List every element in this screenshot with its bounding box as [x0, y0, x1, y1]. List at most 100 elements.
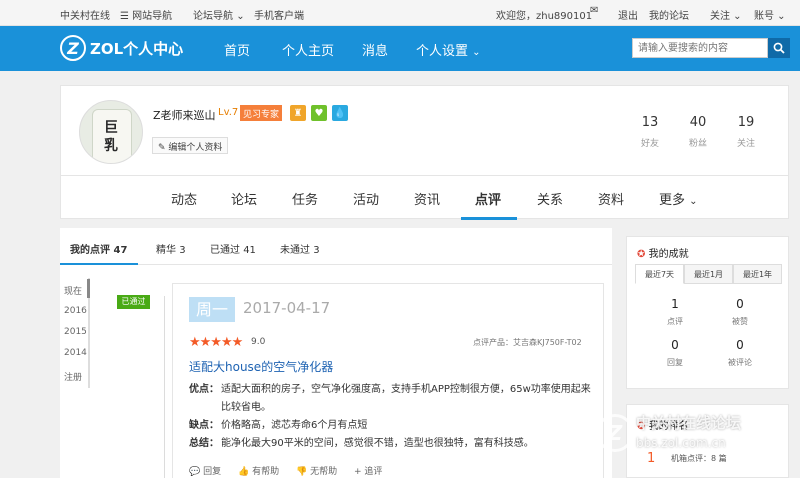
- stat-friends[interactable]: 13 好友: [630, 115, 670, 149]
- mobile-client-link[interactable]: 手机客户端: [254, 7, 304, 22]
- ranking-number: 1: [647, 451, 656, 466]
- edit-profile-button[interactable]: ✎ 编辑个人资料: [152, 137, 229, 154]
- range-tab-1year[interactable]: 最近1年: [733, 264, 782, 284]
- year-2014[interactable]: 2014: [64, 348, 87, 358]
- nav-settings[interactable]: 个人设置 ⌄: [416, 40, 481, 59]
- year-2015[interactable]: 2015: [64, 327, 87, 337]
- year-2016[interactable]: 2016: [64, 306, 87, 316]
- tab-profile-info[interactable]: 资料: [598, 189, 624, 208]
- ranking-text: 机箱点评：8 篇: [671, 454, 727, 463]
- subtab-divider: [60, 264, 612, 265]
- thumbs-down-icon: 👎: [295, 467, 308, 477]
- subtab-my-reviews[interactable]: 我的点评 47: [70, 241, 127, 256]
- avatar-text-2: 乳: [104, 138, 118, 154]
- year-timeline-marker: [87, 279, 90, 298]
- avatar[interactable]: 巨 乳: [79, 100, 143, 164]
- review-pros: 优点： 适配大面积的房子，空气净化强度高，支持手机APP控制很方便，65w功率使…: [189, 381, 591, 417]
- review-card: 周一 2017-04-17 ★★★★★ 9.0 点评产品：艾吉森KJ750F-T…: [172, 283, 604, 478]
- heart-icon[interactable]: ♥: [311, 105, 327, 121]
- subtab-featured[interactable]: 精华 3: [156, 241, 186, 256]
- active-subtab-indicator: [60, 263, 138, 265]
- tab-feed[interactable]: 动态: [171, 189, 197, 208]
- nav-home[interactable]: 首页: [224, 40, 250, 59]
- search-icon: [773, 42, 785, 54]
- range-tab-7days[interactable]: 最近7天: [635, 264, 684, 284]
- tab-more[interactable]: 更多 ⌄: [659, 189, 698, 208]
- year-register[interactable]: 注册: [64, 370, 82, 383]
- logo-mark: Z: [60, 35, 86, 61]
- pros-label: 优点：: [189, 384, 219, 395]
- subtab-rejected[interactable]: 未通过 3: [280, 241, 320, 256]
- review-title[interactable]: 适配大house的空气净化器: [189, 358, 333, 375]
- reviews-content: 我的点评 47 精华 3 已通过 41 未通过 3 现在 2016 2015 2…: [60, 228, 612, 478]
- achievement-reviews: 1 点评: [667, 297, 683, 326]
- review-weekday: 周一: [189, 297, 235, 322]
- thumbs-up-icon: 👍: [237, 467, 250, 477]
- achievement-replies: 0 回复: [667, 338, 683, 367]
- chevron-down-icon: ⌄: [236, 11, 245, 22]
- mail-icon[interactable]: ✉: [590, 5, 598, 16]
- forum-nav-menu[interactable]: 论坛导航 ⌄: [193, 7, 245, 22]
- range-tab-1month[interactable]: 最近1月: [684, 264, 733, 284]
- reply-button[interactable]: 💬 回复: [189, 467, 221, 477]
- ranking-title: ✪ 我的排名: [637, 421, 689, 432]
- site-link[interactable]: 中关村在线: [60, 7, 110, 22]
- medal-icon[interactable]: ♜: [290, 105, 306, 121]
- tab-reviews[interactable]: 点评: [475, 189, 501, 208]
- summary-label: 总结：: [189, 438, 219, 449]
- search-input[interactable]: [632, 38, 768, 58]
- status-badge: 已通过: [117, 295, 150, 309]
- review-product[interactable]: 点评产品：艾吉森KJ750F-T02: [473, 337, 582, 348]
- stat-following[interactable]: 19 关注: [726, 115, 766, 149]
- tab-relations[interactable]: 关系: [537, 189, 563, 208]
- account-menu[interactable]: 账号 ⌄: [754, 7, 786, 22]
- year-now[interactable]: 现在: [64, 284, 82, 297]
- tab-events[interactable]: 活动: [353, 189, 379, 208]
- unhelpful-button[interactable]: 👎 无帮助: [296, 467, 337, 477]
- achievements-title: ✪ 我的成就: [637, 249, 689, 260]
- follow-menu[interactable]: 关注 ⌄: [710, 7, 742, 22]
- cons-text: 价格略高，滤芯寿命6个月有点短: [221, 420, 368, 431]
- my-forum-link[interactable]: 我的论坛: [649, 7, 689, 22]
- avatar-text-1: 巨: [104, 120, 118, 136]
- achievement-commented: 0 被评论: [728, 338, 752, 367]
- nav-messages[interactable]: 消息: [362, 40, 388, 59]
- stat-fans[interactable]: 40 粉丝: [678, 115, 718, 149]
- logo-text: ZOL个人中心: [90, 39, 184, 58]
- tab-news[interactable]: 资讯: [414, 189, 440, 208]
- search-button[interactable]: [768, 38, 790, 58]
- logout-link[interactable]: 退出: [618, 7, 638, 22]
- top-bar: 中关村在线 ☰ 网站导航 论坛导航 ⌄ 手机客户端 欢迎您，zhu890101 …: [0, 0, 800, 26]
- review-date: 2017-04-17: [243, 299, 331, 317]
- cons-label: 缺点：: [189, 420, 219, 431]
- tab-tasks[interactable]: 任务: [292, 189, 318, 208]
- pencil-icon: ✎: [158, 143, 166, 153]
- achievement-liked: 0 被赞: [732, 297, 748, 326]
- zol-logo[interactable]: Z ZOL个人中心: [60, 35, 183, 61]
- active-tab-indicator: [461, 217, 517, 220]
- username[interactable]: Z老师来巡山: [153, 107, 216, 123]
- tab-forum[interactable]: 论坛: [231, 189, 257, 208]
- summary-text: 能净化最大90平米的空间，感觉很不错，造型也很独特，富有科技感。: [221, 438, 534, 449]
- review-summary: 总结： 能净化最大90平米的空间，感觉很不错，造型也很独特，富有科技感。: [189, 435, 591, 453]
- menu-icon: ☰: [120, 11, 129, 22]
- achievement-icon: ✪: [637, 249, 646, 260]
- plus-icon: +: [353, 467, 362, 477]
- user-level: Lv.7: [218, 107, 239, 118]
- helpful-button[interactable]: 👍 有帮助: [238, 467, 279, 477]
- review-actions: 💬 回复 👍 有帮助 👎 无帮助 + 追评: [189, 464, 396, 477]
- subtab-approved[interactable]: 已通过 41: [210, 241, 256, 256]
- review-cons: 缺点： 价格略高，滤芯寿命6个月有点短: [189, 417, 591, 435]
- profile-header: 巨 乳 Z老师来巡山 Lv.7 见习专家 ♜ ♥ 💧 ✎ 编辑个人资料 13 好…: [60, 85, 789, 175]
- achievements-panel: ✪ 我的成就 最近7天 最近1月 最近1年 1 点评 0 被赞 0 回复 0 被…: [626, 236, 789, 389]
- chevron-down-icon: ⌄: [689, 196, 698, 207]
- chevron-down-icon: ⌄: [472, 47, 481, 58]
- water-drop-icon[interactable]: 💧: [332, 105, 348, 121]
- follow-up-button[interactable]: + 追评: [354, 467, 382, 477]
- pros-text: 适配大面积的房子，空气净化强度高，支持手机APP控制很方便，65w功率使用起来比…: [221, 384, 591, 413]
- ranking-panel: ✪ 我的排名 1 机箱点评：8 篇: [626, 404, 789, 478]
- expert-badge[interactable]: 见习专家: [240, 105, 283, 121]
- nav-personal-home[interactable]: 个人主页: [282, 40, 334, 59]
- site-nav-menu[interactable]: ☰ 网站导航: [120, 7, 172, 22]
- welcome-text: 欢迎您，zhu890101: [496, 11, 593, 22]
